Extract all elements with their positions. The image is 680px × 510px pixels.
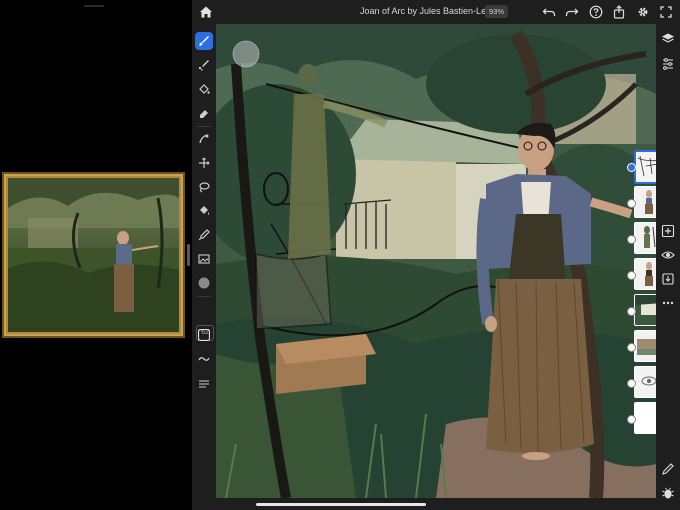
layer-thumbnail[interactable]: [634, 186, 656, 218]
pixel-brush-tool[interactable]: [195, 56, 213, 74]
smudge-tool[interactable]: [195, 130, 213, 148]
sketch-layer-preview: [637, 155, 656, 177]
layers-icon[interactable]: [661, 32, 675, 46]
figure-layer-preview: [645, 190, 653, 214]
blend-tool[interactable]: [195, 374, 213, 392]
image-icon: [198, 254, 210, 264]
image-import-tool[interactable]: [195, 250, 213, 268]
home-icon[interactable]: [198, 4, 214, 20]
reference-painting-frame: [2, 172, 185, 338]
color-swatch-tool[interactable]: [195, 274, 213, 292]
wall-layer-preview: [637, 339, 656, 355]
brush-settings-tool[interactable]: [195, 350, 213, 368]
app-window: Joan of Arc by Jules Bastien-Lepage 93%: [192, 0, 680, 510]
eraser-icon: [200, 110, 208, 118]
tool-bar: 62: [192, 24, 216, 510]
layer-visibility-dot[interactable]: [627, 307, 636, 316]
eye-layer-preview: [641, 376, 656, 386]
brush-stroke-icon: [198, 357, 210, 361]
add-layer-icon[interactable]: [661, 224, 675, 238]
fullscreen-icon[interactable]: [659, 5, 673, 19]
background-layer-preview: [635, 295, 656, 315]
opacity-square-icon: [198, 329, 210, 341]
eye-icon[interactable]: [661, 248, 675, 262]
layer-selected-indicator[interactable]: [627, 163, 636, 172]
layers-panel: [627, 150, 656, 435]
lasso-tool[interactable]: [195, 178, 213, 196]
eraser-tool[interactable]: [195, 104, 213, 122]
redo-icon[interactable]: [565, 5, 579, 19]
right-bar: [656, 24, 680, 510]
smudge-icon: [199, 134, 209, 144]
pixel-brush-icon: [199, 60, 209, 71]
bug-report-icon[interactable]: [661, 486, 675, 500]
color-circle-icon: [198, 277, 210, 289]
layer-visibility-dot[interactable]: [627, 235, 636, 244]
top-bar: Joan of Arc by Jules Bastien-Lepage 93%: [192, 0, 680, 24]
fill-tool[interactable]: [195, 80, 213, 98]
share-icon[interactable]: [612, 5, 626, 19]
layer-visibility-dot[interactable]: [627, 199, 636, 208]
layer-thumbnail[interactable]: [634, 366, 656, 398]
paint-bucket-icon: [200, 206, 209, 215]
layer-visibility-dot[interactable]: [627, 379, 636, 388]
toolbar-divider: [197, 296, 211, 297]
canvas-artwork: [216, 24, 656, 498]
layer-thumbnail[interactable]: [634, 330, 656, 362]
layer-thumbnail[interactable]: [634, 258, 656, 290]
zoom-level[interactable]: 93%: [485, 5, 509, 18]
paint-bucket-tool[interactable]: [195, 202, 213, 220]
merge-down-icon[interactable]: [661, 272, 675, 286]
fill-brush-icon: [199, 84, 210, 94]
lasso-icon: [199, 182, 210, 193]
multitasking-handle[interactable]: [84, 5, 104, 7]
layer-thumbnail[interactable]: [634, 150, 656, 184]
layer-thumbnail[interactable]: [634, 402, 656, 434]
home-indicator-bar[interactable]: [256, 503, 426, 506]
reference-pane: [0, 0, 188, 510]
brush-icon: [199, 36, 209, 46]
help-icon[interactable]: [589, 5, 603, 19]
split-view-grip[interactable]: [187, 244, 190, 266]
eyedropper-icon: [198, 229, 210, 241]
more-options-icon[interactable]: [661, 296, 675, 310]
move-icon: [199, 157, 210, 168]
layer-visibility-dot[interactable]: [627, 415, 636, 424]
sliders-icon[interactable]: [661, 57, 675, 71]
layer-thumbnail[interactable]: [634, 294, 656, 326]
figure-layer-preview: [645, 262, 653, 286]
toolbar-divider: [197, 126, 211, 127]
reference-painting: [8, 178, 179, 332]
move-tool[interactable]: [195, 154, 213, 172]
figure-layer-preview: [644, 226, 656, 248]
opacity-swatch-tool[interactable]: [195, 326, 213, 344]
gear-icon[interactable]: [636, 5, 650, 19]
layer-visibility-dot[interactable]: [627, 343, 636, 352]
layer-visibility-dot[interactable]: [627, 271, 636, 280]
layer-thumbnail[interactable]: [634, 222, 656, 254]
paint-brush-tool[interactable]: [195, 32, 213, 50]
drawing-canvas[interactable]: [216, 24, 656, 498]
pencil-touch-icon[interactable]: [661, 462, 675, 476]
blend-icon: [199, 380, 209, 388]
eyedropper-tool[interactable]: [195, 226, 213, 244]
undo-icon[interactable]: [542, 5, 556, 19]
